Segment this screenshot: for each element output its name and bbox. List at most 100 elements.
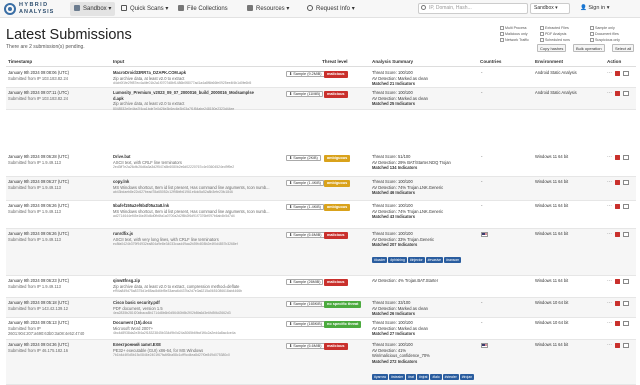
tag-link[interactable]: #yarrow (372, 373, 389, 380)
threat-badge[interactable]: malicious (324, 91, 348, 98)
option-suspicious-only[interactable]: Suspicious only (590, 38, 620, 42)
tag-link[interactable]: #stealer (389, 373, 406, 380)
file-hash[interactable]: ad2714644ef45e1fa4f0d6d0fb6fa1a0700a2d2f… (113, 214, 235, 218)
threat-badge[interactable]: ambiguous (324, 204, 351, 211)
tab-file-collections[interactable]: File Collections (174, 2, 232, 16)
copy-hashes-button[interactable]: Copy hashes (537, 44, 567, 52)
file-hash[interactable]: 2ed3ff7e2a26dfc26d6a3a3d2f547a5b6080b2e6… (113, 165, 234, 169)
bulk-operation-button[interactable]: Bulk operation (573, 44, 605, 52)
file-hash[interactable]: 7b1b4d4f0d5b15c0846e2401f67fa4f6ba58c1cf… (113, 353, 230, 357)
delete-icon[interactable] (615, 321, 620, 326)
row-select-checkbox[interactable] (623, 342, 629, 348)
row-select-checkbox[interactable] (623, 90, 629, 96)
header-countries[interactable]: Countries (480, 59, 501, 64)
file-name-link[interactable]: Document (15).docx (113, 320, 152, 325)
option-scheduled-runs[interactable]: Scheduled runs (540, 38, 570, 42)
download-sample-button[interactable]: ⬇ Sample (2KiB) (286, 155, 321, 161)
sign-in-button[interactable]: 👤 Sign in ▾ (580, 3, 636, 14)
header-threat-level[interactable]: Threat level (322, 59, 348, 64)
matched-indicators[interactable]: Matched 27 Indicators (372, 331, 415, 336)
matched-indicators[interactable]: Matched 26 Indicators (372, 311, 415, 316)
threat-badge[interactable]: no specific threat (324, 301, 362, 308)
option-document-files[interactable]: Document files (590, 32, 619, 36)
header-input[interactable]: Input (113, 59, 124, 64)
download-sample-button[interactable]: ⬇ Sample (165KiB) (286, 301, 325, 307)
file-name-link[interactable]: qinw8fnsg.zip (113, 278, 140, 283)
select-all-button[interactable]: Select all (612, 44, 635, 52)
more-options-icon[interactable]: ⋯ (607, 180, 612, 185)
row-select-checkbox[interactable] (623, 278, 629, 284)
more-options-icon[interactable]: ⋯ (607, 204, 612, 209)
tag-link[interactable]: #evasive (425, 257, 444, 263)
option-extracted-files[interactable]: Extracted Files (540, 26, 569, 30)
tag-link[interactable]: #lalo (430, 373, 442, 380)
more-options-icon[interactable]: ⋯ (607, 155, 612, 160)
download-sample-button[interactable]: ⬇ Sample (26MiB) (286, 279, 324, 285)
row-select-checkbox[interactable] (623, 70, 629, 76)
threat-badge[interactable]: ambiguous (324, 155, 351, 162)
more-options-icon[interactable]: ⋯ (607, 71, 612, 76)
file-name-link[interactable]: runrdfix.js (113, 231, 133, 236)
row-select-checkbox[interactable] (623, 154, 629, 160)
tab-request-info[interactable]: Request Info ▾ (303, 2, 359, 16)
matched-indicators[interactable]: Matched 25 Indicators (372, 101, 415, 106)
download-sample-button[interactable]: ⬇ Sample (11MiB) (286, 91, 324, 97)
delete-icon[interactable] (615, 180, 620, 185)
search-input[interactable]: IP, Domain, Hash... (418, 3, 528, 14)
threat-badge[interactable]: malicious (324, 343, 348, 350)
option-malicious-only[interactable]: Malicious only (500, 32, 528, 36)
row-select-checkbox[interactable] (623, 203, 629, 209)
file-name-link[interactable]: Cisco basic security.pdf (113, 300, 160, 305)
tag-link[interactable]: #njrat (416, 373, 430, 380)
matched-indicators[interactable]: Matched 46 Indicators (372, 190, 415, 195)
tag-link[interactable]: #stealer (442, 373, 459, 380)
matched-indicators[interactable]: Matched 21 Indicators (372, 81, 415, 86)
tab-sandbox[interactable]: Sandbox ▾ (70, 2, 116, 16)
matched-indicators[interactable]: Matched 43 Indicators (372, 214, 415, 219)
delete-icon[interactable] (615, 155, 620, 160)
row-select-checkbox[interactable] (623, 231, 629, 237)
header-environment[interactable]: Environment (535, 59, 563, 64)
threat-badge[interactable]: malicious (324, 232, 348, 239)
threat-badge[interactable]: malicious (324, 279, 348, 286)
option-pdf-analysis[interactable]: PDF Analysis (540, 32, 566, 36)
delete-icon[interactable] (615, 71, 620, 76)
option-multi-process[interactable]: Multi Process (500, 26, 527, 30)
file-hash[interactable]: ec8fa0424b379f94932ea804a9e8e34033ccad49… (113, 242, 238, 246)
tag-link[interactable]: #phishing (388, 257, 407, 263)
more-options-icon[interactable]: ⋯ (607, 232, 612, 237)
tag-link[interactable]: #injector (407, 257, 425, 263)
matched-indicators[interactable]: Matched 207 Indicators (372, 242, 417, 247)
file-name-link[interactable]: Drive.bat (113, 154, 131, 159)
file-name-link[interactable]: Електронний запит.EXE (113, 342, 161, 347)
file-name-link[interactable]: Lumosity_Premium_v2023_09_07_2000016_bui… (113, 90, 254, 95)
download-sample-button[interactable]: ⬇ Sample (9.2MiB) (286, 71, 325, 77)
more-options-icon[interactable]: ⋯ (607, 91, 612, 96)
more-options-icon[interactable]: ⋯ (607, 343, 612, 348)
file-name-link[interactable]: 5bafef155a2ef6b4f05a3a8.lnk (113, 203, 169, 208)
more-options-icon[interactable]: ⋯ (607, 301, 612, 306)
delete-icon[interactable] (615, 204, 620, 209)
hybrid-analysis-logo[interactable]: HYBRID ANALYSIS (4, 2, 64, 16)
matched-indicators[interactable]: Matched 272 Indicators (372, 359, 417, 364)
header-analysis-summary[interactable]: Analysis Summary (372, 59, 413, 64)
file-hash[interactable]: d4cb0f1fe29f87ec4a4fe01b2a1f0707d8bf1486… (113, 81, 251, 85)
tab-resources[interactable]: Resources ▾ (243, 2, 293, 16)
file-name-link[interactable]: MacroDroid33RR7a_DZAPK.COM.apk (113, 70, 186, 75)
delete-icon[interactable] (615, 232, 620, 237)
row-select-checkbox[interactable] (623, 300, 629, 306)
delete-icon[interactable] (615, 343, 620, 348)
search-scope-select[interactable]: Sandbox ▾ (530, 3, 570, 14)
row-select-checkbox[interactable] (623, 179, 629, 185)
option-sample-only[interactable]: Sample only (590, 26, 615, 30)
download-sample-button[interactable]: ⬇ Sample (1.4KiB) (286, 204, 324, 210)
header-action[interactable]: Action (607, 59, 621, 64)
file-hash[interactable]: 4ea2835b281f20dbaca8b1714d8b6b0d56460b5b… (113, 311, 231, 315)
file-hash[interactable]: 8048532e0e4ba7f4ca1bde7e0d26e3b6ec6e3b03… (113, 107, 234, 111)
tag-link[interactable]: #ransom (444, 257, 462, 263)
matched-indicators[interactable]: Matched 134 Indicators (372, 165, 417, 170)
download-sample-button[interactable]: ⬇ Sample (185KiB) (286, 321, 325, 327)
file-name-cont[interactable]: d.apk (113, 96, 124, 101)
download-sample-button[interactable]: ⬇ Sample (6.6MiB) (286, 232, 325, 238)
delete-icon[interactable] (615, 279, 620, 284)
